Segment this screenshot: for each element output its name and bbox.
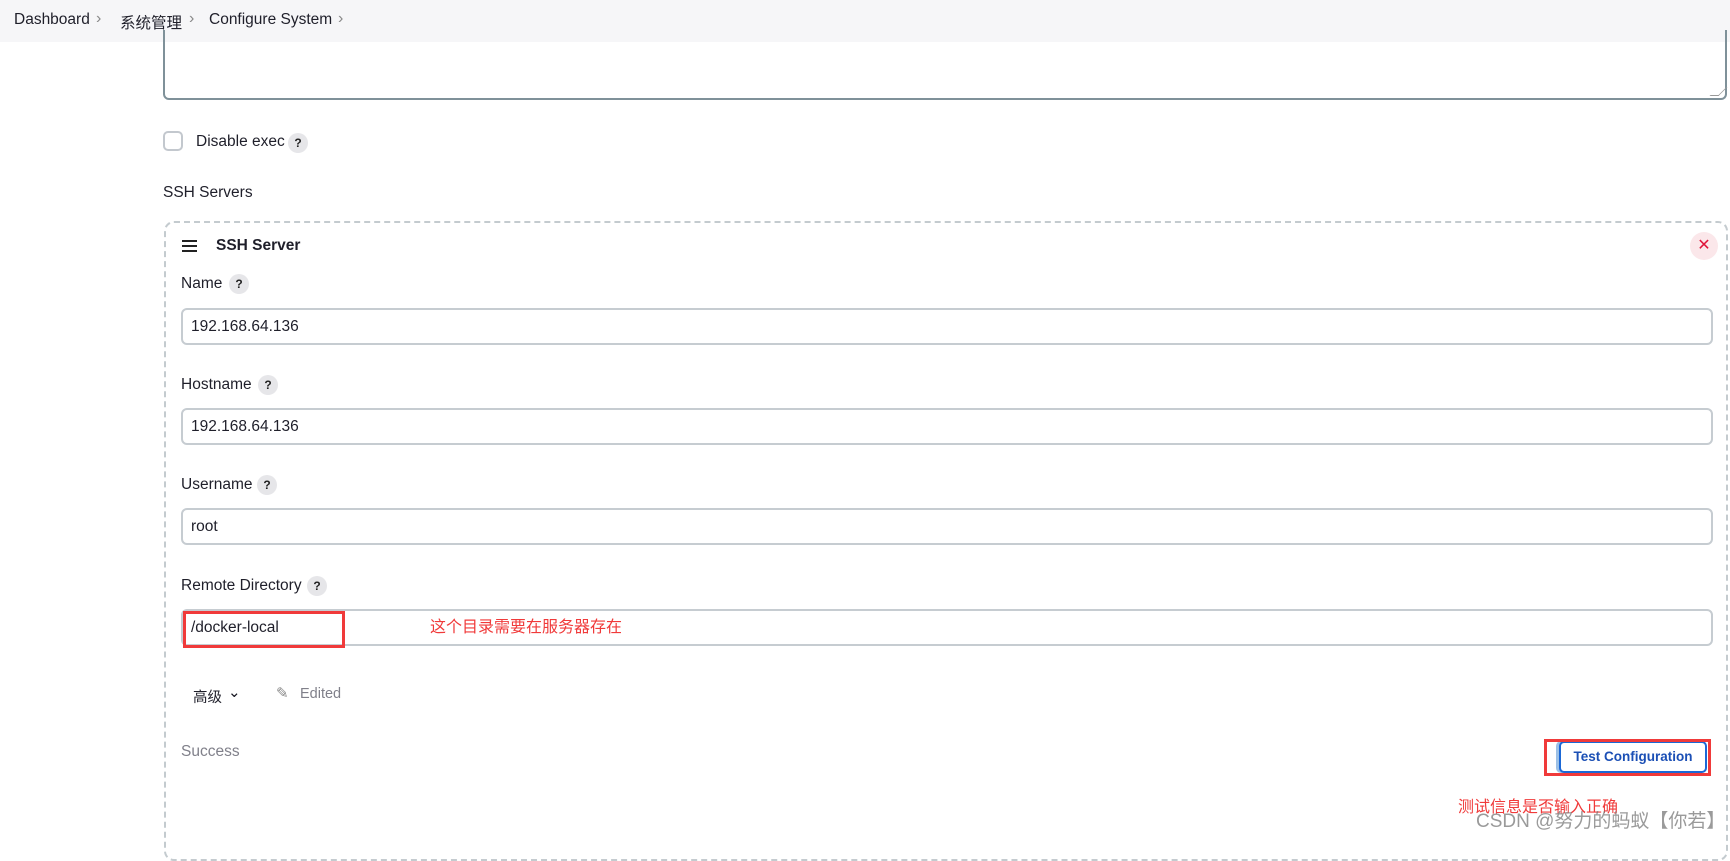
help-icon[interactable]: ?: [288, 133, 308, 153]
name-label: Name: [181, 275, 223, 292]
breadcrumb-configure-system[interactable]: Configure System: [209, 11, 332, 29]
annotation-note: 这个目录需要在服务器存在: [430, 619, 623, 636]
textarea-field[interactable]: [163, 30, 1728, 100]
resize-handle[interactable]: [1709, 87, 1728, 96]
chevron-down-icon[interactable]: ⌄: [228, 683, 241, 701]
disable-exec-checkbox[interactable]: [163, 131, 183, 151]
name-input[interactable]: 192.168.64.136: [181, 308, 1713, 345]
username-input[interactable]: root: [181, 508, 1713, 545]
help-icon[interactable]: ?: [258, 375, 278, 395]
hostname-input[interactable]: 192.168.64.136: [181, 408, 1713, 445]
watermark: CSDN @努力的蚂蚁【你若】: [1476, 811, 1726, 832]
remote-directory-label: Remote Directory: [181, 577, 302, 594]
annotation-highlight: [183, 611, 345, 648]
ssh-server-title: SSH Server: [216, 237, 301, 254]
breadcrumb-dashboard[interactable]: Dashboard: [14, 11, 90, 29]
disable-exec-label: Disable exec: [196, 133, 285, 150]
drag-handle-icon[interactable]: [182, 240, 197, 255]
remote-directory-input[interactable]: /docker-local: [181, 609, 1713, 646]
annotation-highlight: [1544, 739, 1711, 776]
delete-server-button[interactable]: ✕: [1690, 232, 1718, 260]
help-icon[interactable]: ?: [229, 274, 249, 294]
pencil-icon: ✎: [276, 685, 289, 702]
ssh-servers-label: SSH Servers: [163, 184, 253, 201]
hostname-label: Hostname: [181, 376, 252, 393]
chevron-right-icon[interactable]: ›: [338, 10, 343, 28]
advanced-toggle[interactable]: 高级: [193, 686, 222, 707]
username-label: Username: [181, 476, 253, 493]
chevron-right-icon: ›: [96, 10, 102, 27]
edited-label: Edited: [300, 686, 342, 702]
test-status: Success: [181, 743, 240, 760]
help-icon[interactable]: ?: [307, 576, 327, 596]
chevron-right-icon: ›: [189, 10, 195, 27]
help-icon[interactable]: ?: [257, 475, 277, 495]
